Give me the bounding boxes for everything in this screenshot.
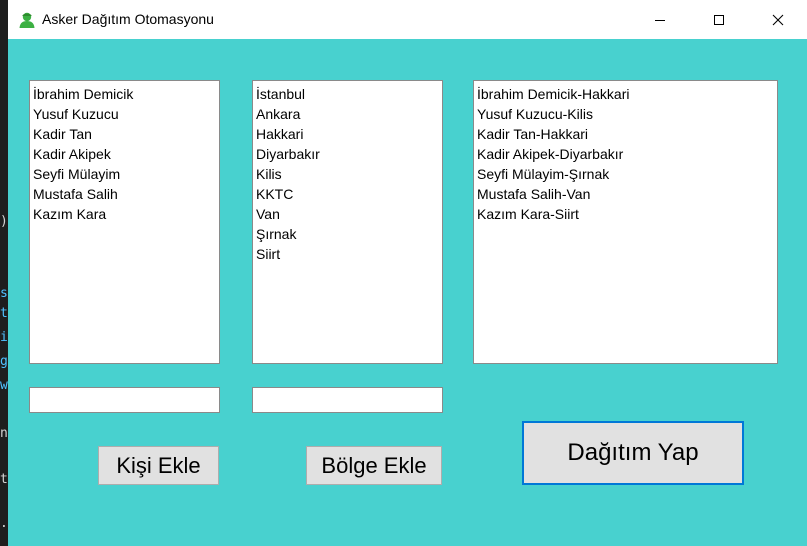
close-button[interactable] bbox=[755, 0, 801, 39]
code-glyph: . bbox=[0, 516, 8, 531]
person-list-item[interactable]: Mustafa Salih bbox=[33, 184, 216, 204]
code-glyph: g bbox=[0, 354, 8, 369]
code-glyph: i bbox=[0, 330, 8, 345]
add-region-button[interactable]: Bölge Ekle bbox=[306, 446, 442, 485]
soldier-icon bbox=[19, 12, 35, 28]
region-list-item[interactable]: Hakkari bbox=[256, 124, 439, 144]
person-list-item[interactable]: Seyfi Mülayim bbox=[33, 164, 216, 184]
close-icon bbox=[772, 14, 784, 25]
title-bar[interactable]: Asker Dağıtım Otomasyonu bbox=[8, 0, 807, 39]
add-person-button[interactable]: Kişi Ekle bbox=[98, 446, 219, 485]
distribute-button[interactable]: Dağıtım Yap bbox=[522, 421, 744, 485]
person-list-item[interactable]: İbrahim Demicik bbox=[33, 84, 216, 104]
person-list-item[interactable]: Kadir Akipek bbox=[33, 144, 216, 164]
assignment-list-item[interactable]: Kazım Kara-Siirt bbox=[477, 204, 774, 224]
person-listbox[interactable]: İbrahim Demicik Yusuf Kuzucu Kadir Tan K… bbox=[29, 80, 220, 364]
region-list-item[interactable]: Diyarbakır bbox=[256, 144, 439, 164]
assignment-list-item[interactable]: Kadir Tan-Hakkari bbox=[477, 124, 774, 144]
region-list-item[interactable]: İstanbul bbox=[256, 84, 439, 104]
region-list-item[interactable]: Şırnak bbox=[256, 224, 439, 244]
region-list-item[interactable]: Kilis bbox=[256, 164, 439, 184]
maximize-icon bbox=[714, 14, 724, 25]
person-list-item[interactable]: Yusuf Kuzucu bbox=[33, 104, 216, 124]
app-window: Asker Dağıtım Otomasyonu İbrahim Demicik… bbox=[8, 0, 807, 546]
region-list-item[interactable]: Van bbox=[256, 204, 439, 224]
minimize-button[interactable] bbox=[637, 0, 683, 39]
assignment-list-item[interactable]: Seyfi Mülayim-Şırnak bbox=[477, 164, 774, 184]
code-glyph: t bbox=[0, 472, 8, 487]
window-title: Asker Dağıtım Otomasyonu bbox=[42, 11, 214, 27]
assignment-list-item[interactable]: Kadir Akipek-Diyarbakır bbox=[477, 144, 774, 164]
assignment-list-item[interactable]: Mustafa Salih-Van bbox=[477, 184, 774, 204]
code-glyph: s bbox=[0, 286, 8, 301]
region-list-item[interactable]: Siirt bbox=[256, 244, 439, 264]
person-name-input[interactable] bbox=[29, 387, 220, 413]
assignment-list-item[interactable]: Yusuf Kuzucu-Kilis bbox=[477, 104, 774, 124]
assignment-listbox[interactable]: İbrahim Demicik-Hakkari Yusuf Kuzucu-Kil… bbox=[473, 80, 778, 364]
code-glyph: n bbox=[0, 426, 8, 441]
code-glyph: w bbox=[0, 378, 8, 393]
region-name-input[interactable] bbox=[252, 387, 443, 413]
minimize-icon bbox=[655, 19, 665, 21]
region-list-item[interactable]: KKTC bbox=[256, 184, 439, 204]
person-list-item[interactable]: Kazım Kara bbox=[33, 204, 216, 224]
background-editor-strip: ) s t i g w n t . bbox=[0, 0, 8, 546]
region-listbox[interactable]: İstanbul Ankara Hakkari Diyarbakır Kilis… bbox=[252, 80, 443, 364]
code-glyph: ) bbox=[0, 214, 8, 229]
person-list-item[interactable]: Kadir Tan bbox=[33, 124, 216, 144]
assignment-list-item[interactable]: İbrahim Demicik-Hakkari bbox=[477, 84, 774, 104]
region-list-item[interactable]: Ankara bbox=[256, 104, 439, 124]
maximize-button[interactable] bbox=[696, 0, 742, 39]
code-glyph: t bbox=[0, 306, 8, 321]
